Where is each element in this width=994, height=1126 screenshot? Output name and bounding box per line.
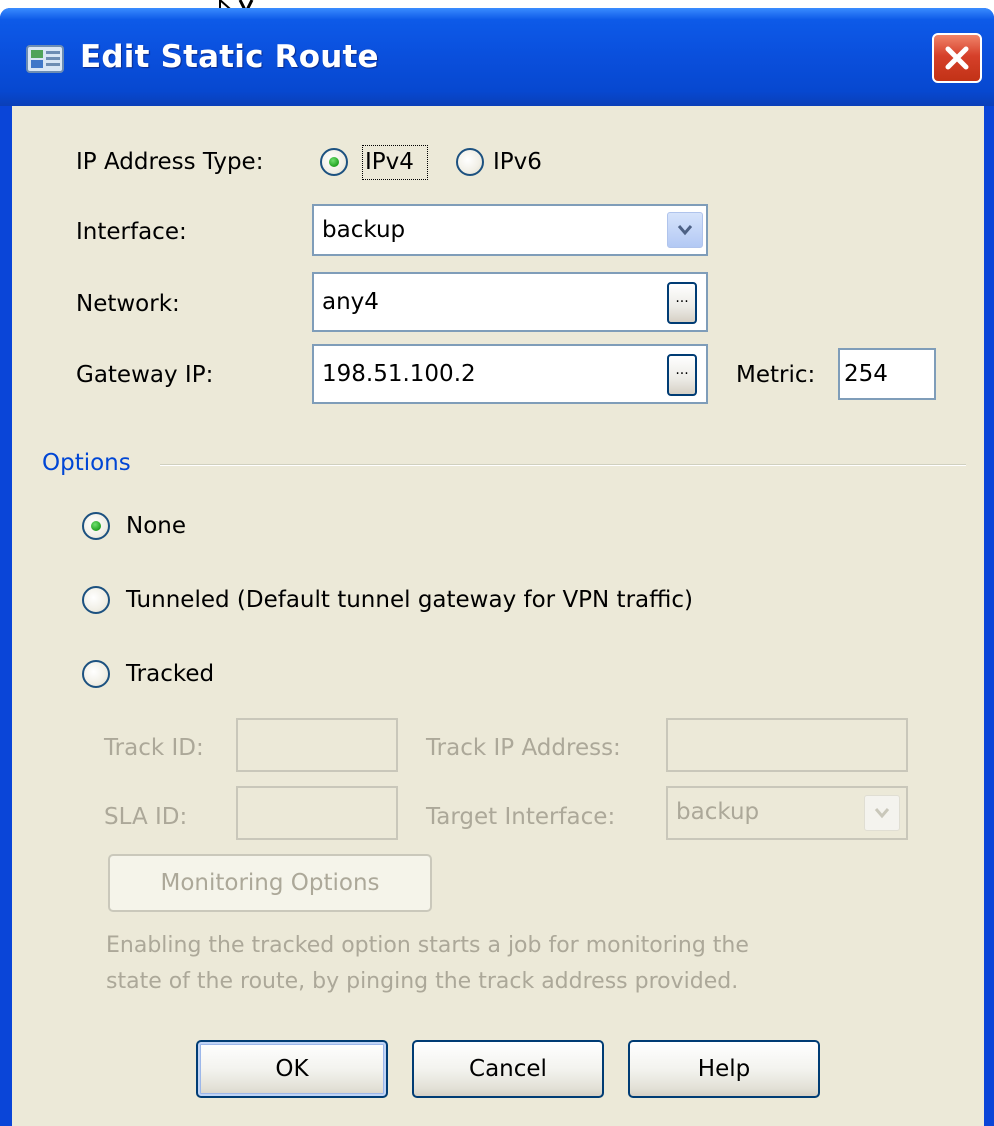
metric-label: Metric: (736, 362, 816, 388)
chevron-down-icon (874, 808, 890, 819)
close-icon (945, 46, 969, 70)
network-browse-button[interactable]: ... (667, 282, 697, 324)
ipv4-label[interactable]: IPv4 (365, 148, 414, 176)
ok-button[interactable]: OK (196, 1040, 388, 1098)
app-icon (26, 45, 64, 73)
sla-id-input[interactable] (236, 786, 398, 840)
ip-address-type-label: IP Address Type: (76, 149, 264, 175)
gateway-ip-label: Gateway IP: (76, 362, 214, 388)
option-tunneled-radio[interactable] (82, 586, 110, 614)
option-tunneled-label[interactable]: Tunneled (Default tunnel gateway for VPN… (126, 586, 693, 614)
title-bar[interactable]: Edit Static Route (0, 8, 994, 106)
gateway-ip-input[interactable]: 198.51.100.2 (312, 344, 708, 404)
network-value: any4 (322, 289, 379, 315)
tracking-note-line-2: state of the route, by pinging the track… (106, 969, 739, 994)
tracking-note-line-1: Enabling the tracked option starts a job… (106, 933, 749, 958)
help-button[interactable]: Help (628, 1040, 820, 1098)
option-none-label[interactable]: None (126, 512, 186, 540)
sla-id-label: SLA ID: (104, 804, 188, 830)
ipv6-radio[interactable] (456, 148, 484, 176)
chevron-down-icon (677, 225, 693, 236)
window-title: Edit Static Route (80, 39, 379, 75)
ipv6-label[interactable]: IPv6 (493, 148, 542, 176)
option-tracked-label[interactable]: Tracked (126, 660, 214, 688)
dialog-body: IP Address Type: IPv4 IPv6 Interface: ba… (12, 106, 984, 1126)
target-interface-value: backup (676, 799, 760, 825)
interface-label: Interface: (76, 219, 187, 245)
metric-value: 254 (844, 361, 888, 387)
dialog-window: Edit Static Route IP Address Type: IPv4 … (0, 8, 994, 1126)
monitoring-options-button[interactable]: Monitoring Options (108, 854, 432, 912)
interface-value: backup (322, 217, 406, 243)
interface-dropdown-button[interactable] (667, 212, 703, 248)
track-ip-address-input[interactable] (666, 718, 908, 772)
options-separator (160, 464, 966, 466)
gateway-ip-value: 198.51.100.2 (322, 361, 476, 387)
network-label: Network: (76, 291, 180, 317)
network-input[interactable]: any4 (312, 272, 708, 332)
option-none-radio[interactable] (82, 512, 110, 540)
gateway-browse-button[interactable]: ... (667, 354, 697, 396)
metric-input[interactable]: 254 (838, 348, 936, 400)
options-group-title: Options (42, 450, 131, 476)
target-interface-dropdown-button[interactable] (864, 795, 900, 831)
cancel-button[interactable]: Cancel (412, 1040, 604, 1098)
close-button[interactable] (932, 33, 982, 83)
ipv4-radio[interactable] (320, 148, 348, 176)
track-ip-address-label: Track IP Address: (426, 735, 621, 761)
track-id-label: Track ID: (104, 735, 204, 761)
target-interface-label: Target Interface: (426, 804, 616, 830)
interface-select[interactable]: backup (312, 204, 708, 256)
track-id-input[interactable] (236, 718, 398, 772)
option-tracked-radio[interactable] (82, 660, 110, 688)
